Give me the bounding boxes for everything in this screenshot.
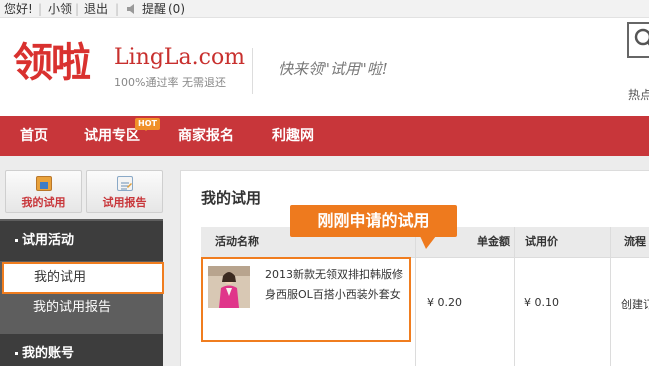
- username-link[interactable]: 小领: [48, 0, 72, 18]
- main-nav: 首页 试用专区 HOT 商家报名 利趣网: [0, 116, 649, 156]
- logo-english[interactable]: LingLa.com: [114, 44, 245, 72]
- column-activity-name: 活动名称: [215, 235, 259, 248]
- column-trial-price: 试用价: [525, 235, 558, 248]
- reminder-count: (0): [168, 2, 185, 16]
- top-bar: 您好! | 小领 | 退出 | 提醒 (0): [0, 0, 649, 18]
- flow-step: 创建订: [621, 298, 649, 311]
- nav-trial-zone[interactable]: 试用专区: [84, 116, 140, 156]
- logout-link[interactable]: 退出: [84, 0, 108, 18]
- greeting-text: 您好!: [4, 2, 33, 16]
- report-icon: [117, 176, 133, 191]
- search-icon[interactable]: [634, 28, 649, 50]
- nav-home[interactable]: 首页: [20, 116, 48, 156]
- sidebar-item-my-trial-reports[interactable]: 我的试用报告: [0, 294, 163, 322]
- column-divider: [610, 227, 611, 366]
- sidebar-section-my-account[interactable]: 我的账号: [0, 334, 163, 366]
- table-row[interactable]: 2013新款无领双排扣韩版修身西服OL百搭小西装外套女: [201, 257, 411, 342]
- trial-report-button[interactable]: 试用报告: [86, 170, 163, 213]
- product-thumbnail[interactable]: [208, 266, 250, 308]
- reminder-link[interactable]: 提醒: [142, 0, 166, 18]
- page-title: 我的试用: [201, 189, 262, 207]
- column-divider: [514, 227, 515, 366]
- column-divider: [415, 227, 416, 366]
- trial-report-button-label: 试用报告: [102, 196, 147, 209]
- order-amount: ¥ 0.20: [427, 296, 462, 309]
- speaker-icon: [127, 4, 134, 14]
- my-trials-button-label: 我的试用: [21, 196, 66, 209]
- trial-icon: [36, 176, 52, 191]
- nav-merchant-signup[interactable]: 商家报名: [178, 116, 234, 156]
- separator: |: [75, 2, 80, 16]
- hot-badge: HOT: [135, 118, 160, 131]
- column-flow: 流程: [624, 235, 646, 248]
- site-header: 领啦 LingLa.com 100%通过率 无需退还 快来领"试用"啦! 热点: [0, 18, 649, 116]
- my-trials-button[interactable]: 我的试用: [5, 170, 82, 213]
- logo-tagline: 100%通过率 无需退还: [114, 76, 226, 89]
- hot-search-label[interactable]: 热点: [628, 86, 649, 103]
- column-amount: 单金额: [477, 235, 510, 248]
- nav-liqu[interactable]: 利趣网: [272, 116, 314, 156]
- header-divider: [252, 48, 253, 94]
- sidebar-menu: 试用活动 我的试用 我的试用报告 我的账号: [0, 219, 164, 366]
- trial-price: ¥ 0.10: [524, 296, 559, 309]
- sidebar-item-my-trials[interactable]: 我的试用: [2, 262, 164, 294]
- logo-chinese[interactable]: 领啦: [13, 40, 91, 86]
- sidebar-section-trial-activity: 试用活动: [0, 221, 163, 261]
- slogan: 快来领"试用"啦!: [278, 60, 388, 78]
- separator: |: [38, 2, 43, 16]
- product-name-link[interactable]: 2013新款无领双排扣韩版修身西服OL百搭小西装外套女: [265, 265, 409, 305]
- just-applied-callout: 刚刚申请的试用: [290, 205, 457, 249]
- separator: |: [115, 2, 120, 16]
